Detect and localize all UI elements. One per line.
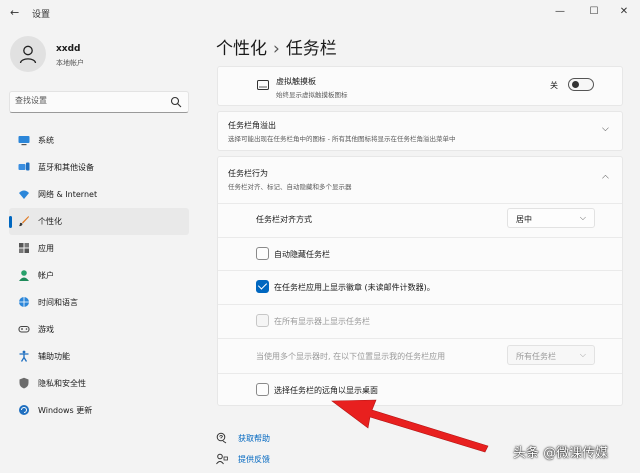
annotation-arrow — [331, 399, 489, 453]
watermark-text: 头条 @微课传媒 — [513, 446, 609, 461]
